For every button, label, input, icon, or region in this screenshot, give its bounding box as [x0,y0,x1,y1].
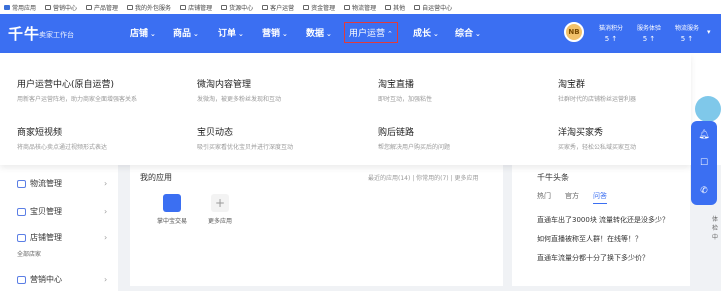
bookmark-item[interactable]: 营销中心 [45,3,77,12]
chevron-right-icon: › [104,207,108,216]
folder-icon [303,4,310,10]
bookmark-item[interactable]: 货源中心 [221,3,253,12]
nav-growth[interactable]: 成长 ⌄ [413,26,439,39]
chevron-down-icon: ⌄ [475,30,481,38]
apps-title: 我的应用 [140,173,172,182]
hand-icon [163,194,181,212]
chevron-down-icon: ⌄ [238,30,244,38]
chevron-down-icon: ⌄ [193,30,199,38]
chevron-down-icon: ⌄ [282,30,288,38]
tab-qa[interactable]: 问答 [593,191,607,204]
sidebar-subitem[interactable]: 全部店家 [17,249,41,258]
bookmark-item[interactable]: 资金管理 [303,3,335,12]
folder-icon [385,4,392,10]
nav-general[interactable]: 综合 ⌄ [455,26,481,39]
menu-item-short-video[interactable]: 商家短视频 将商品核心卖点通过视频形式表达 [17,125,107,151]
sidebar-item-marketing[interactable]: 营销中心 › [17,274,107,285]
box-icon [17,207,26,216]
headlines-tabs: 热门 官方 问答 [537,191,607,204]
nav-goods[interactable]: 商品 ⌄ [173,26,199,39]
menu-item-group[interactable]: 淘宝群 社群时代的店铺粉丝运营利器 [558,77,636,103]
tab-official[interactable]: 官方 [565,191,579,204]
plus-icon: + [211,194,229,212]
stat-item[interactable]: 猫消积分 5 ↑ [594,23,628,45]
sidebar-item-store[interactable]: 店铺管理 › [17,232,107,243]
menu-item-weitao[interactable]: 微淘内容管理 发微淘，被更多粉丝发现和互动 [197,77,281,103]
chevron-down-icon: ⌄ [433,30,439,38]
folder-icon [221,4,228,10]
folder-icon [180,4,187,10]
news-item[interactable]: 直通车出了3000块 流量转化还是没多少？ [537,215,669,225]
mascot-icon[interactable] [695,96,721,122]
menu-item-live[interactable]: 淘宝直播 即时互动，加强粘性 [378,77,432,103]
nav-store[interactable]: 店铺 ⌄ [130,26,156,39]
store-icon [17,233,26,242]
bookmark-item[interactable]: 客户运营 [262,3,294,12]
top-nav: 千牛 卖家工作台 店铺 ⌄ 商品 ⌄ 订单 ⌄ 营销 ⌄ 数据 ⌄ 用户运营 ⌃ 成长 ⌄ 综… [0,14,721,53]
bookmark-item[interactable]: 产品管理 [86,3,118,12]
chevron-up-icon: ⌃ [387,30,393,38]
folder-icon [414,4,421,10]
phone-icon[interactable]: ✆ [700,186,708,196]
bookmark-item[interactable]: 我的外包服务 [127,3,171,12]
avatar[interactable]: NB [564,22,584,42]
folder-icon [127,4,134,10]
truck-icon [17,179,26,188]
chevron-down-icon: ⌄ [150,30,156,38]
chevron-right-icon: › [104,179,108,188]
chat-icon[interactable]: ☐ [700,158,708,168]
bookmark-bar: 常用应用 营销中心 产品管理 我的外包服务 店铺管理 货源中心 客户运营 资金管… [0,0,721,14]
folder-icon [262,4,269,10]
bell-icon[interactable]: 🔔︎ [698,130,709,140]
megaphone-icon [17,275,26,284]
stat-item[interactable]: 物流服务 5 ↑ [670,23,704,45]
nav-data[interactable]: 数据 ⌄ [306,26,332,39]
tab-hot[interactable]: 热门 [537,191,551,204]
logo[interactable]: 千牛 [8,23,40,44]
headlines-title: 千牛头条 [537,173,569,182]
menu-item-post-purchase[interactable]: 购后链路 帮您解决用户购买后的问题 [378,125,450,151]
chevron-right-icon: › [104,275,108,284]
sidebar: 物流管理 › 宝贝管理 › 店铺管理 › 全部店家 营销中心 › [0,165,118,291]
app-tile[interactable]: 掌中宝交易 [152,194,192,225]
sidebar-item-logistics[interactable]: 物流管理 › [17,178,107,189]
folder-icon [344,4,351,10]
right-edge-text: 体 检 中 [712,216,719,241]
menu-item-goods-feed[interactable]: 宝贝动态 吸引买家看优化宝贝并进行深度互动 [197,125,293,151]
nav-user-ops[interactable]: 用户运营 ⌃ [344,22,398,43]
bookmark-apps[interactable]: 常用应用 [4,3,36,12]
app-icon [4,4,10,10]
chevron-right-icon: › [104,233,108,242]
bookmark-item[interactable]: 自运营中心 [414,3,452,12]
bookmark-item[interactable]: 店铺管理 [180,3,212,12]
nav-orders[interactable]: 订单 ⌄ [218,26,244,39]
chevron-down-icon: ⌄ [326,30,332,38]
folder-icon [45,4,52,10]
news-item[interactable]: 如何直播被称至人群！在线等！？ [537,234,642,244]
floating-toolbar: 🔔︎ ☐ ✆ [691,121,717,205]
chevron-down-icon[interactable]: ▾ [707,28,711,36]
apps-links[interactable]: 最近的应用(14) | 你常用的(7) | 更多应用 [368,173,479,182]
headlines-card: 千牛头条 热门 官方 问答 直通车出了3000块 流量转化还是没多少？ 如何直播… [512,165,690,286]
folder-icon [86,4,93,10]
bookmark-item[interactable]: 物流管理 [344,3,376,12]
add-app-tile[interactable]: + 更多应用 [200,194,240,225]
user-ops-dropdown: 用户运营中心(原自运营) 用新客户运营阵地，助力商家全面增强客关系 微淘内容管理… [0,53,691,165]
news-item[interactable]: 直通车流量分都十分了换下多少价？ [537,253,649,263]
sidebar-item-goods[interactable]: 宝贝管理 › [17,206,107,217]
logo-subtitle: 卖家工作台 [39,31,74,39]
bookmark-item[interactable]: 其他 [385,3,405,12]
apps-card: 我的应用 最近的应用(14) | 你常用的(7) | 更多应用 掌中宝交易 + … [130,165,503,286]
nav-marketing[interactable]: 营销 ⌄ [262,26,288,39]
stat-item[interactable]: 服务体验 5 ↑ [632,23,666,45]
menu-item-user-ops-center[interactable]: 用户运营中心(原自运营) 用新客户运营阵地，助力商家全面增强客关系 [17,77,137,103]
menu-item-buyer-show[interactable]: 洋淘买家秀 买家秀，轻松公私域买家互动 [558,125,636,151]
